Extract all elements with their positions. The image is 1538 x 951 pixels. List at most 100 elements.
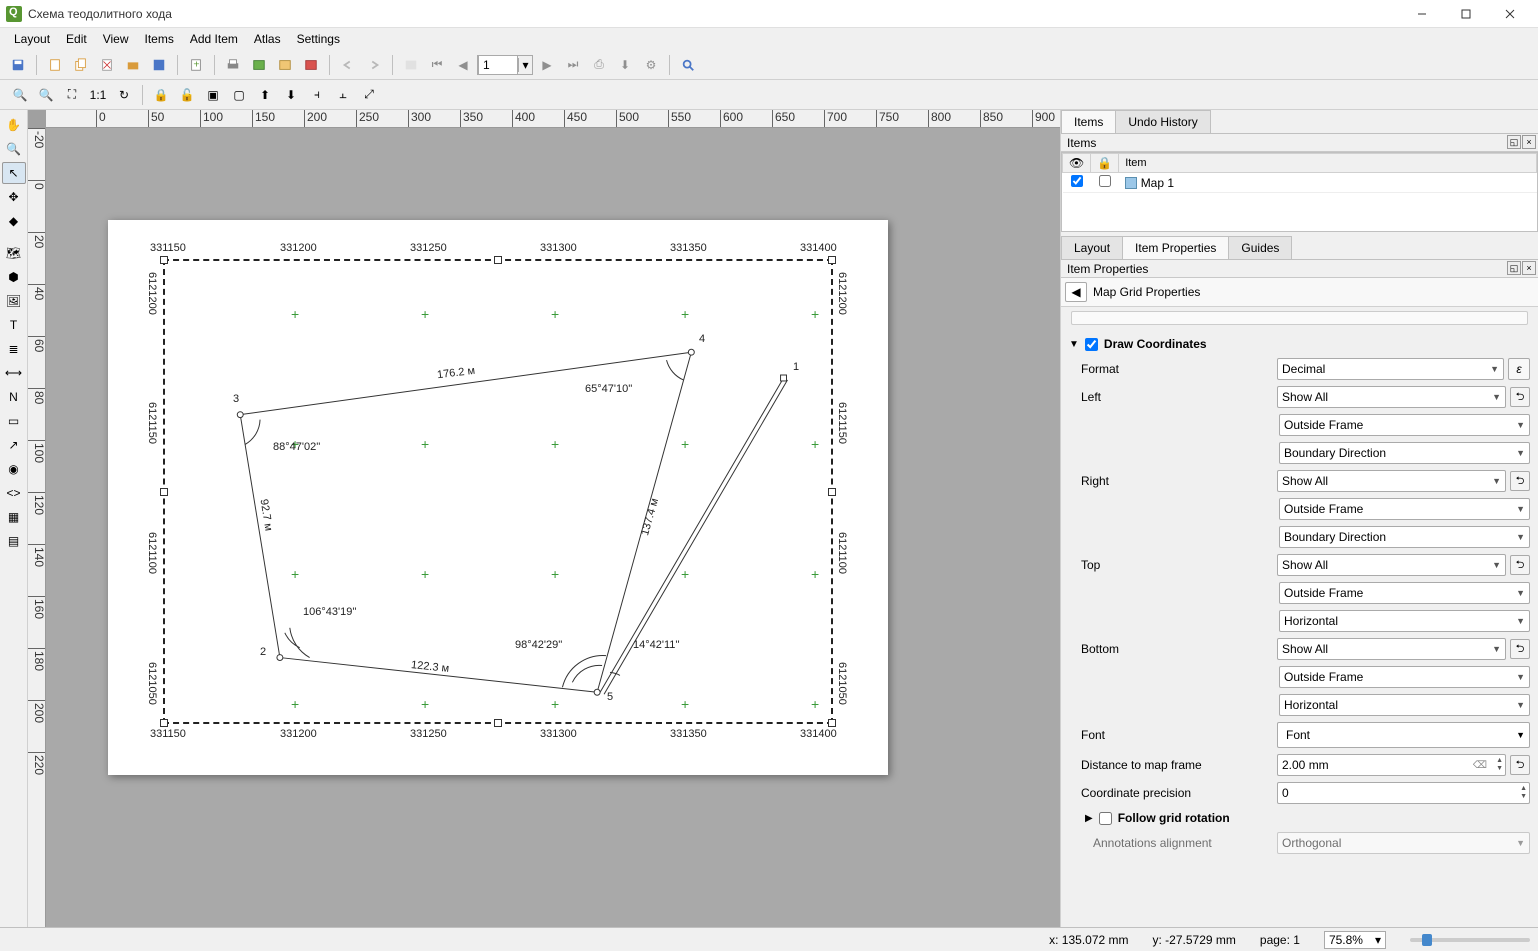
move-content-tool-icon[interactable]: ✥: [2, 186, 26, 208]
follow-rotation-row[interactable]: ▶ Follow grid rotation: [1069, 807, 1530, 829]
item-properties-scroll[interactable]: ▼ Draw Coordinates Format Decimal▼ ε Lef…: [1061, 307, 1538, 927]
lock-items-icon[interactable]: 🔒: [149, 83, 173, 107]
select-tool-icon[interactable]: ↖: [2, 162, 26, 184]
tab-guides[interactable]: Guides: [1228, 236, 1292, 259]
atlas-first-icon[interactable]: ⏮: [425, 53, 449, 77]
close-panel-icon[interactable]: ×: [1522, 135, 1536, 149]
items-list[interactable]: 👁 🔒 Item Map 1: [1061, 152, 1538, 232]
data-override-icon[interactable]: ⮌: [1510, 755, 1530, 775]
tab-item-properties[interactable]: Item Properties: [1122, 236, 1229, 259]
bottom-show-combo[interactable]: Show All▼: [1277, 638, 1506, 660]
redo-icon[interactable]: [362, 53, 386, 77]
add-picture-icon[interactable]: 🖼: [2, 290, 26, 312]
atlas-export-icon[interactable]: ⬇: [613, 53, 637, 77]
add-shape-icon[interactable]: ▭: [2, 410, 26, 432]
add-items-from-template-icon[interactable]: +: [184, 53, 208, 77]
follow-rotation-checkbox[interactable]: [1099, 812, 1112, 825]
list-item[interactable]: Map 1: [1063, 173, 1537, 193]
back-button[interactable]: ◀: [1065, 282, 1087, 302]
undock-icon[interactable]: ◱: [1507, 261, 1521, 275]
menu-add-item[interactable]: Add Item: [182, 30, 246, 48]
minimize-button[interactable]: [1400, 0, 1444, 28]
refresh-icon[interactable]: ↻: [112, 83, 136, 107]
undo-icon[interactable]: [336, 53, 360, 77]
duplicate-layout-icon[interactable]: [69, 53, 93, 77]
left-pos-combo[interactable]: Outside Frame▼: [1279, 414, 1530, 436]
right-dir-combo[interactable]: Boundary Direction▼: [1279, 526, 1530, 548]
data-override-icon[interactable]: ⮌: [1510, 639, 1530, 659]
top-pos-combo[interactable]: Outside Frame▼: [1279, 582, 1530, 604]
undock-icon[interactable]: ◱: [1507, 135, 1521, 149]
atlas-settings-icon[interactable]: ⚙: [639, 53, 663, 77]
tab-layout[interactable]: Layout: [1061, 236, 1123, 259]
delete-layout-icon[interactable]: [95, 53, 119, 77]
draw-coords-header[interactable]: ▼ Draw Coordinates: [1069, 333, 1530, 355]
left-dir-combo[interactable]: Boundary Direction▼: [1279, 442, 1530, 464]
add-nodeitem-icon[interactable]: ◉: [2, 458, 26, 480]
add-legend-icon[interactable]: ≣: [2, 338, 26, 360]
add-map-icon[interactable]: 🗺: [2, 242, 26, 264]
ungroup-items-icon[interactable]: ▢: [227, 83, 251, 107]
expression-button[interactable]: ε: [1508, 358, 1530, 380]
data-override-icon[interactable]: ⮌: [1510, 555, 1530, 575]
align-left-icon[interactable]: ⫞: [305, 83, 329, 107]
map-item[interactable]: + + + + + + + + + + + + + + +: [163, 259, 833, 724]
pan-tool-icon[interactable]: ✋: [2, 114, 26, 136]
zoom-full-icon[interactable]: ⛶: [60, 83, 84, 107]
data-override-icon[interactable]: ⮌: [1510, 471, 1530, 491]
zoom-actual-icon[interactable]: 1:1: [86, 83, 110, 107]
prec-input[interactable]: 0▲▼: [1277, 782, 1530, 804]
bottom-pos-combo[interactable]: Outside Frame▼: [1279, 666, 1530, 688]
group-items-icon[interactable]: ▣: [201, 83, 225, 107]
atlas-page-combo[interactable]: ▾: [477, 55, 533, 75]
lower-icon[interactable]: ⬇: [279, 83, 303, 107]
edit-nodes-tool-icon[interactable]: ◆: [2, 210, 26, 232]
add-label-icon[interactable]: T: [2, 314, 26, 336]
zoom-in-icon[interactable]: 🔍: [8, 83, 32, 107]
item-locked-checkbox[interactable]: [1099, 175, 1111, 187]
atlas-toggle-icon[interactable]: [399, 53, 423, 77]
close-button[interactable]: [1488, 0, 1532, 28]
export-image-icon[interactable]: [247, 53, 271, 77]
right-show-combo[interactable]: Show All▼: [1277, 470, 1506, 492]
tab-undo-history[interactable]: Undo History: [1115, 110, 1210, 133]
format-combo[interactable]: Decimal▼: [1277, 358, 1504, 380]
close-panel-icon[interactable]: ×: [1522, 261, 1536, 275]
data-override-icon[interactable]: ⮌: [1510, 387, 1530, 407]
add-fixedtable-icon[interactable]: ▤: [2, 530, 26, 552]
zoom-tool-icon[interactable]: 🔍: [2, 138, 26, 160]
layout-manager-icon[interactable]: [121, 53, 145, 77]
resize-icon[interactable]: ⤢: [357, 83, 381, 107]
tab-items[interactable]: Items: [1061, 110, 1116, 133]
left-show-combo[interactable]: Show All▼: [1277, 386, 1506, 408]
atlas-last-icon[interactable]: ⏭: [561, 53, 585, 77]
menu-layout[interactable]: Layout: [6, 30, 58, 48]
top-orient-combo[interactable]: Horizontal▼: [1279, 610, 1530, 632]
right-pos-combo[interactable]: Outside Frame▼: [1279, 498, 1530, 520]
save-icon[interactable]: [6, 53, 30, 77]
top-show-combo[interactable]: Show All▼: [1277, 554, 1506, 576]
add-table-icon[interactable]: ▦: [2, 506, 26, 528]
add-scalebar-icon[interactable]: ⟷: [2, 362, 26, 384]
new-layout-icon[interactable]: [43, 53, 67, 77]
layout-properties-icon[interactable]: [147, 53, 171, 77]
bottom-orient-combo[interactable]: Horizontal▼: [1279, 694, 1530, 716]
add-html-icon[interactable]: <>: [2, 482, 26, 504]
atlas-page-input[interactable]: [478, 55, 518, 75]
maximize-button[interactable]: [1444, 0, 1488, 28]
add-arrow-icon[interactable]: ↗: [2, 434, 26, 456]
zoom-combo[interactable]: 75.8%▾: [1324, 931, 1386, 949]
atlas-next-icon[interactable]: ▶: [535, 53, 559, 77]
print-icon[interactable]: [221, 53, 245, 77]
preview-atlas-icon[interactable]: [676, 53, 700, 77]
zoom-slider[interactable]: [1410, 938, 1530, 942]
menu-view[interactable]: View: [95, 30, 137, 48]
item-visible-checkbox[interactable]: [1071, 175, 1083, 187]
font-button[interactable]: Font▼: [1277, 722, 1530, 748]
dist-input[interactable]: 2.00 mm⌫▲▼: [1277, 754, 1506, 776]
atlas-print-icon[interactable]: ⎙: [587, 53, 611, 77]
menu-settings[interactable]: Settings: [289, 30, 348, 48]
add-3dmap-icon[interactable]: ⬢: [2, 266, 26, 288]
zoom-out-icon[interactable]: 🔍: [34, 83, 58, 107]
export-pdf-icon[interactable]: [299, 53, 323, 77]
